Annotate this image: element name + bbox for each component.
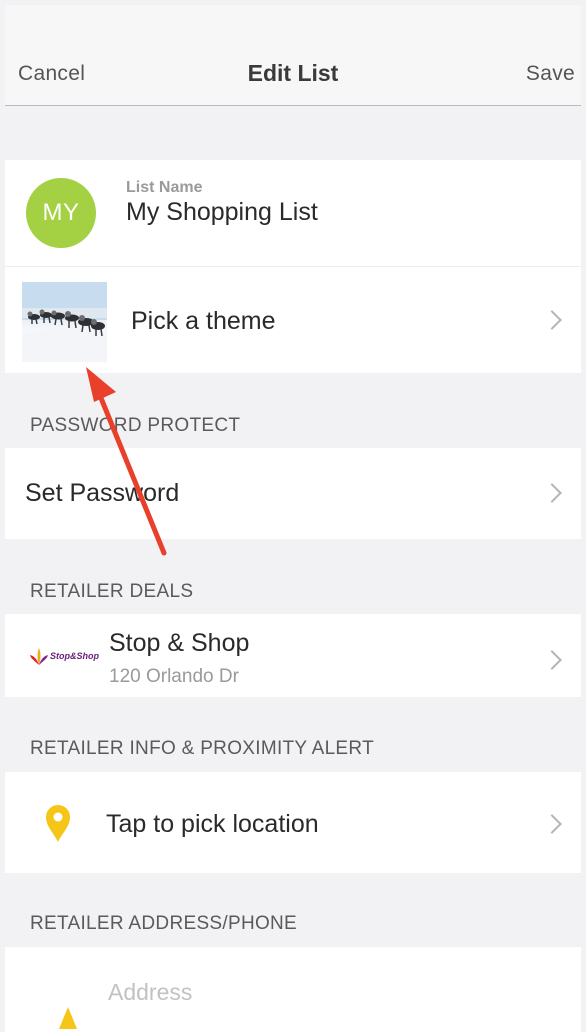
avatar: MY <box>26 178 96 248</box>
store-name: Stop & Shop <box>109 629 250 657</box>
chevron-right-icon <box>542 814 562 834</box>
stop-and-shop-logo: Stop&Shop <box>29 647 99 669</box>
page-title: Edit List <box>247 60 339 86</box>
section-header-address: RETAILER ADDRESS/PHONE <box>30 913 298 934</box>
chevron-right-icon <box>542 483 562 503</box>
logo-text: Stop&Shop <box>50 651 99 661</box>
theme-thumbnail <box>22 282 107 362</box>
chevron-right-icon <box>542 310 562 330</box>
section-header-password: PASSWORD PROTECT <box>30 415 241 436</box>
address-row[interactable]: Address <box>5 947 581 1032</box>
list-name-field[interactable]: My Shopping List <box>126 198 318 227</box>
store-address: 120 Orlando Dr <box>109 666 239 687</box>
section-header-deals: RETAILER DEALS <box>30 581 194 602</box>
address-input[interactable]: Address <box>108 979 192 1006</box>
set-password-label: Set Password <box>25 479 180 507</box>
location-arrow-icon <box>59 1007 77 1029</box>
list-name-row[interactable]: MY List Name My Shopping List <box>5 160 581 267</box>
retailer-deals-row[interactable]: Stop&Shop Stop & Shop 120 Orlando Dr <box>5 614 581 697</box>
chevron-right-icon <box>542 650 562 670</box>
nav-bar: Cancel Edit List Save <box>5 5 581 106</box>
pick-location-label: Tap to pick location <box>106 810 319 838</box>
list-name-label: List Name <box>126 179 203 196</box>
pick-location-row[interactable]: Tap to pick location <box>5 772 581 873</box>
section-header-location: RETAILER INFO & PROXIMITY ALERT <box>30 738 374 759</box>
screen: Cancel Edit List Save MY List Name My Sh… <box>5 5 581 1032</box>
location-pin-icon <box>46 805 70 842</box>
theme-row[interactable]: Pick a theme <box>5 267 581 373</box>
save-button[interactable]: Save <box>526 62 575 86</box>
set-password-row[interactable]: Set Password <box>5 448 581 539</box>
theme-label: Pick a theme <box>131 307 276 335</box>
